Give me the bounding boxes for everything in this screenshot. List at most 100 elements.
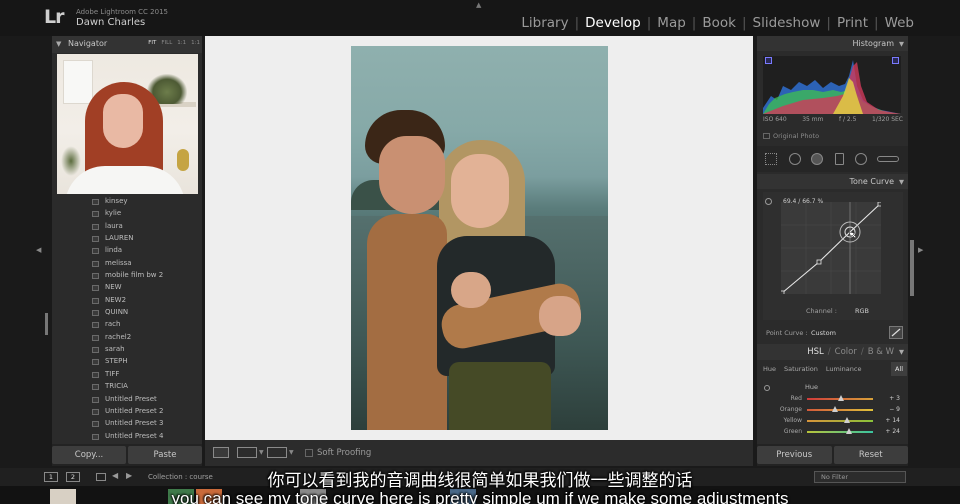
hue-slider-value[interactable]: + 14 xyxy=(885,417,900,424)
collapse-triangle-icon[interactable]: ▼ xyxy=(899,178,904,186)
module-library[interactable]: Library xyxy=(515,15,574,31)
reset-button[interactable]: Reset xyxy=(833,446,908,464)
preset-item[interactable]: NEW xyxy=(52,282,202,294)
collapse-triangle-icon[interactable]: ▼ xyxy=(56,40,61,48)
preset-item[interactable]: TIFF xyxy=(52,369,202,381)
tab-color[interactable]: Color xyxy=(835,347,857,357)
zoom-option-2[interactable]: 1:1 xyxy=(177,40,186,46)
hue-slider-thumb[interactable] xyxy=(838,395,845,401)
point-curve-select[interactable]: Custom xyxy=(811,329,836,337)
main-photo[interactable] xyxy=(351,46,608,430)
before-after-icon[interactable] xyxy=(237,447,257,458)
hue-slider-green[interactable]: Green + 24 xyxy=(757,427,908,438)
panel-toggle-right-icon[interactable]: ▶ xyxy=(918,246,923,254)
subtitle-english: you can see my tone curve here is pretty… xyxy=(171,489,789,504)
navigator-preview[interactable] xyxy=(57,54,198,194)
adjustment-brush-icon[interactable] xyxy=(877,156,899,162)
module-web[interactable]: Web xyxy=(879,15,920,31)
hue-slider-thumb[interactable] xyxy=(843,417,850,423)
channel-select[interactable]: RGB xyxy=(855,307,869,315)
histogram-header[interactable]: Histogram ▼ xyxy=(757,36,908,51)
preset-item[interactable]: LAUREN xyxy=(52,233,202,245)
left-scrollbar[interactable] xyxy=(45,313,48,335)
hue-slider-value[interactable]: − 9 xyxy=(889,406,900,413)
panel-toggle-top-icon[interactable]: ▲ xyxy=(476,1,481,9)
right-panel: Histogram ▼ ISO 640 35 mm f / 2.5 1/320 … xyxy=(757,36,908,466)
loupe-view[interactable] xyxy=(205,36,753,440)
preset-item[interactable]: linda xyxy=(52,245,202,257)
tone-curve-editor[interactable]: 69.4 / 66.7 % Channel : RGB xyxy=(763,192,903,320)
red-eye-icon[interactable] xyxy=(811,153,823,165)
targeted-adjustment-icon[interactable] xyxy=(765,198,772,205)
paste-button[interactable]: Paste xyxy=(128,446,202,464)
preset-item[interactable]: NEW2 xyxy=(52,295,202,307)
preset-item[interactable]: rach xyxy=(52,319,202,331)
module-slideshow[interactable]: Slideshow xyxy=(747,15,827,31)
subtab-all[interactable]: All xyxy=(890,362,907,376)
swap-before-after-icon[interactable] xyxy=(267,447,287,458)
preset-item[interactable]: Untitled Preset 3 xyxy=(52,418,202,430)
edit-point-curve-icon[interactable] xyxy=(889,326,903,339)
preset-item[interactable]: rachel2 xyxy=(52,332,202,344)
tone-curve-grid[interactable] xyxy=(779,201,883,296)
preset-item[interactable]: sarah xyxy=(52,344,202,356)
dropdown-triangle-icon[interactable]: ▼ xyxy=(289,449,294,456)
tab-hsl[interactable]: HSL xyxy=(807,347,824,357)
hue-slider-yellow[interactable]: Yellow + 14 xyxy=(757,416,908,427)
preset-icon xyxy=(92,334,99,341)
zoom-option-3[interactable]: 1:1 xyxy=(191,40,200,46)
preset-item[interactable]: mobile film bw 2 xyxy=(52,270,202,282)
hue-slider-value[interactable]: + 3 xyxy=(889,395,900,402)
spot-removal-icon[interactable] xyxy=(789,153,801,165)
tone-curve-header[interactable]: Tone Curve ▼ xyxy=(757,174,908,189)
hue-slider-value[interactable]: + 24 xyxy=(885,428,900,435)
subtab-luminance[interactable]: Luminance xyxy=(822,362,866,376)
preset-item[interactable]: TRICIA xyxy=(52,381,202,393)
graduated-filter-icon[interactable] xyxy=(835,153,844,165)
copy-button[interactable]: Copy... xyxy=(52,446,126,464)
hue-slider-track[interactable] xyxy=(807,420,873,422)
shadow-clipping-icon[interactable] xyxy=(765,57,772,64)
hue-slider-orange[interactable]: Orange − 9 xyxy=(757,405,908,416)
hue-slider-label: Green xyxy=(783,428,802,435)
preset-item[interactable]: melissa xyxy=(52,258,202,270)
hue-slider-thumb[interactable] xyxy=(831,406,838,412)
hue-slider-track[interactable] xyxy=(807,431,873,433)
hue-slider-track[interactable] xyxy=(807,409,873,411)
crop-overlay-icon[interactable] xyxy=(765,153,777,165)
collapse-triangle-icon[interactable]: ▼ xyxy=(899,348,904,356)
loupe-view-icon[interactable] xyxy=(213,447,229,458)
module-book[interactable]: Book xyxy=(696,15,742,31)
preset-item[interactable]: Untitled Preset 4 xyxy=(52,431,202,442)
module-print[interactable]: Print xyxy=(831,15,874,31)
preset-item[interactable]: Untitled Preset 2 xyxy=(52,406,202,418)
highlight-clipping-icon[interactable] xyxy=(892,57,899,64)
dropdown-triangle-icon[interactable]: ▼ xyxy=(259,449,264,456)
preset-item[interactable]: laura xyxy=(52,221,202,233)
subtab-saturation[interactable]: Saturation xyxy=(780,362,822,376)
preset-item[interactable]: kinsey xyxy=(52,196,202,208)
module-map[interactable]: Map xyxy=(651,15,692,31)
hue-slider-thumb[interactable] xyxy=(846,428,853,434)
preset-item[interactable]: Untitled Preset xyxy=(52,394,202,406)
navigator-header[interactable]: ▼ Navigator FIT FILL 1:1 1:1 xyxy=(52,36,202,53)
right-scrollbar[interactable] xyxy=(910,240,914,296)
module-develop[interactable]: Develop xyxy=(579,15,647,31)
hue-slider-red[interactable]: Red + 3 xyxy=(757,394,908,405)
radial-filter-icon[interactable] xyxy=(855,153,867,165)
soft-proofing-checkbox[interactable] xyxy=(305,449,313,457)
zoom-option-0[interactable]: FIT xyxy=(148,40,156,46)
original-photo-checkbox[interactable] xyxy=(763,133,770,139)
collapse-triangle-icon[interactable]: ▼ xyxy=(899,40,904,48)
preset-item[interactable]: STEPH xyxy=(52,356,202,368)
subtab-hue[interactable]: Hue xyxy=(759,362,780,376)
panel-toggle-left-icon[interactable]: ◀ xyxy=(36,246,41,254)
preset-item[interactable]: kylie xyxy=(52,208,202,220)
preset-item[interactable]: QUINN xyxy=(52,307,202,319)
targeted-adjustment-icon[interactable] xyxy=(764,385,770,391)
zoom-option-1[interactable]: FILL xyxy=(161,40,172,46)
histogram[interactable] xyxy=(763,56,901,114)
preset-label: Untitled Preset xyxy=(105,394,157,403)
previous-button[interactable]: Previous xyxy=(757,446,832,464)
tab-bw[interactable]: B & W xyxy=(868,347,894,357)
